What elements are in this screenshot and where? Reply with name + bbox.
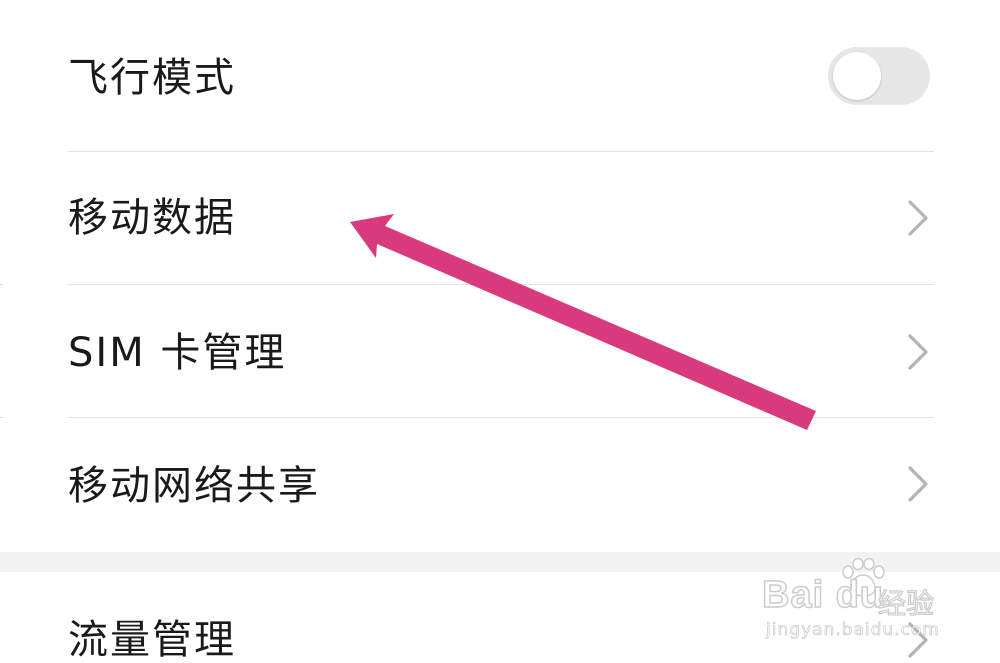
settings-item-label: 移动网络共享: [68, 463, 320, 509]
settings-item-label: 流量管理: [68, 617, 236, 663]
settings-screen: 飞行模式 移动数据 SIM 卡管理 移动网络共享 流量管理 Bai du 经验 …: [0, 0, 1000, 663]
settings-item-airplane-mode[interactable]: 飞行模式: [0, 0, 1000, 152]
chevron-right-icon: [908, 334, 928, 370]
settings-item-label: 飞行模式: [68, 55, 236, 101]
settings-item-label: SIM 卡管理: [68, 330, 287, 376]
toggle-knob: [833, 52, 881, 100]
watermark-url: jingyan.baidu.com: [766, 620, 940, 641]
settings-item-label: 移动数据: [68, 195, 236, 241]
watermark-brand-suffix: 经验: [877, 586, 935, 620]
airplane-mode-toggle[interactable]: [828, 47, 930, 105]
chevron-right-icon: [908, 200, 928, 236]
settings-item-sim-management[interactable]: SIM 卡管理: [0, 285, 1000, 417]
baidu-jingyan-watermark: Bai du 经验 jingyan.baidu.com: [761, 558, 962, 650]
settings-item-network-sharing[interactable]: 移动网络共享: [0, 418, 1000, 552]
settings-item-mobile-data[interactable]: 移动数据: [0, 152, 1000, 284]
watermark-brand: Bai du: [761, 573, 885, 617]
chevron-right-icon: [908, 466, 928, 502]
